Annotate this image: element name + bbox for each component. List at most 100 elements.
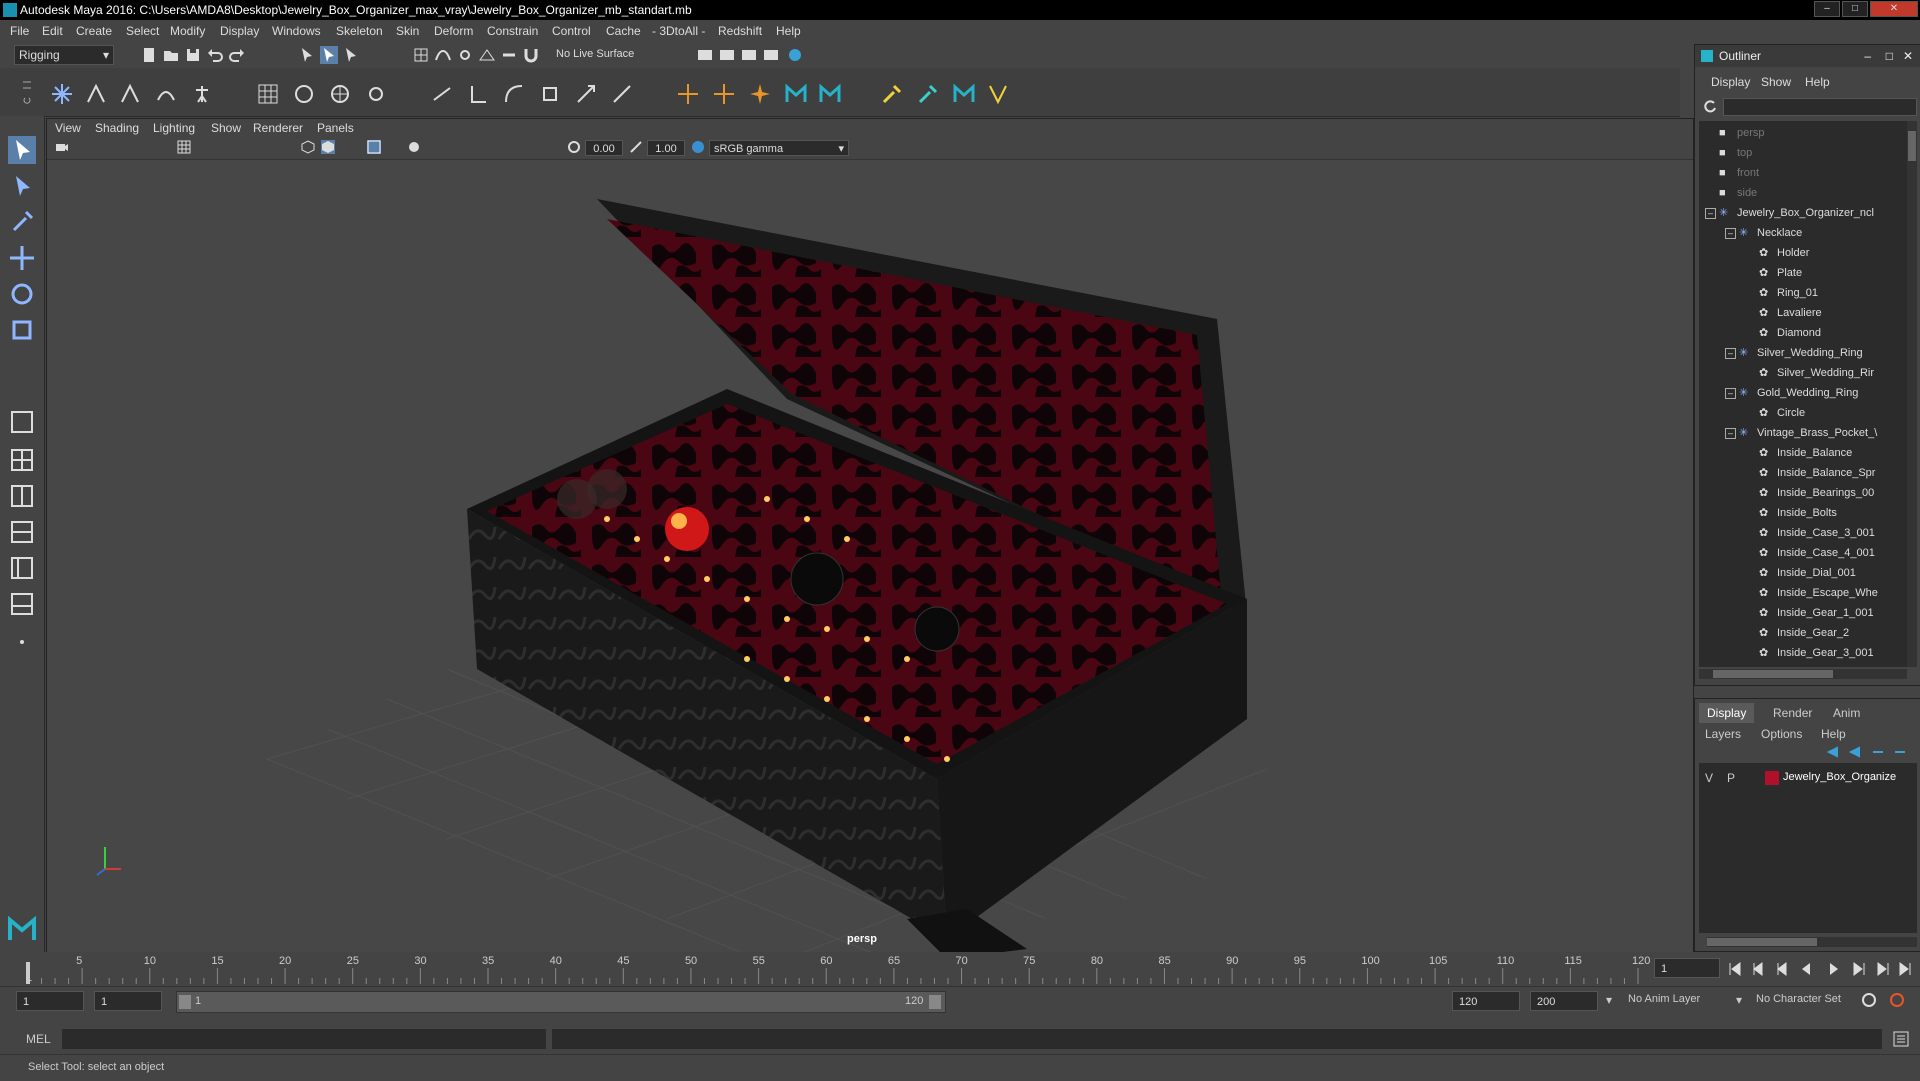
ik-handle-icon[interactable]	[84, 82, 108, 106]
live-surface-label[interactable]: No Live Surface	[556, 48, 634, 60]
grid-toggle-icon[interactable]	[177, 140, 191, 154]
menu-skin[interactable]: Skin	[396, 24, 419, 38]
outliner-item[interactable]: ✿ Silver_Wedding_Rir	[1699, 363, 1907, 383]
outliner-item[interactable]: ■ front	[1699, 163, 1907, 183]
gamma-icon[interactable]	[629, 140, 643, 154]
outliner-item[interactable]: ✿ Inside_Balance	[1699, 443, 1907, 463]
select-object-icon[interactable]	[320, 46, 338, 64]
playback-end-field[interactable]: 120	[1452, 991, 1520, 1011]
viewport-menu-panels[interactable]: Panels	[317, 121, 354, 135]
humanik-icon[interactable]	[190, 82, 214, 106]
script-editor-icon[interactable]	[1892, 1030, 1910, 1048]
layer-row[interactable]: V P Jewelry_Box_Organize	[1699, 769, 1917, 787]
character-set-dropdown[interactable]: No Character Set	[1756, 993, 1841, 1005]
outliner-item[interactable]: ✿ Inside_Case_3_001	[1699, 523, 1907, 543]
outliner-maximize-icon[interactable]: □	[1886, 45, 1893, 67]
snap-grid-icon[interactable]	[412, 46, 430, 64]
parent-constraint-icon[interactable]	[430, 82, 454, 106]
v-tool-icon[interactable]	[986, 82, 1010, 106]
menu-windows[interactable]: Windows	[272, 24, 321, 38]
pole-vector-icon[interactable]	[610, 82, 634, 106]
move-tool-icon[interactable]	[8, 244, 36, 272]
viewport-menu-show[interactable]: Show	[211, 121, 241, 135]
time-slider[interactable]: 5 10 15 20 25 30 35 40 45 50 55 60 65 70 75 80 85 90 95 100…	[0, 952, 1920, 986]
layer-playback-toggle[interactable]: P	[1727, 771, 1735, 785]
outliner-menu-display[interactable]: Display	[1711, 75, 1750, 89]
shelf-menu-icon[interactable]	[20, 74, 34, 110]
anim-start-field[interactable]: 1	[16, 991, 84, 1011]
maya-m-icon[interactable]	[784, 82, 808, 106]
color-management-icon[interactable]	[691, 140, 705, 154]
outliner-scroll-thumb[interactable]	[1908, 131, 1916, 161]
outliner-menu-help[interactable]: Help	[1805, 75, 1830, 89]
scale-tool-icon[interactable]	[8, 316, 36, 344]
refresh-icon[interactable]	[1703, 99, 1717, 113]
outliner-item[interactable]: ✿ Inside_Gear_3_001	[1699, 643, 1907, 663]
outliner-item[interactable]: ✿ Inside_Escape_Whe	[1699, 583, 1907, 603]
playback-controls[interactable]	[1726, 960, 1916, 978]
cluster-icon[interactable]	[292, 82, 316, 106]
point-constraint-icon[interactable]	[466, 82, 490, 106]
outliner-vscrollbar[interactable]	[1907, 121, 1917, 667]
outliner-item[interactable]: ■ persp	[1699, 123, 1907, 143]
maya-m-icon-3[interactable]	[952, 82, 976, 106]
outliner-item[interactable]: ✿ Lavaliere	[1699, 303, 1907, 323]
magnet-icon[interactable]	[522, 46, 540, 64]
new-scene-icon[interactable]	[140, 46, 158, 64]
collapse-icon[interactable]: –	[1725, 428, 1736, 439]
outliner-item[interactable]: – ✳ Necklace	[1699, 223, 1907, 243]
viewport-panel[interactable]: View Shading Lighting Show Renderer Pane…	[46, 118, 1694, 954]
layers-menu-layers[interactable]: Layers	[1705, 727, 1741, 741]
ik-spline-icon[interactable]	[118, 82, 142, 106]
bind-skin-icon[interactable]	[154, 82, 178, 106]
snap-view-plane-icon[interactable]	[478, 46, 496, 64]
viewport-menu-view[interactable]: View	[55, 121, 81, 135]
outliner-hscroll-thumb[interactable]	[1713, 670, 1833, 678]
outliner-item[interactable]: ✿ Inside_Bearings_00	[1699, 483, 1907, 503]
current-frame-field[interactable]: 1	[1654, 958, 1720, 978]
exposure-icon[interactable]	[567, 140, 581, 154]
outliner-minimize-icon[interactable]: –	[1864, 45, 1871, 67]
menu-constrain[interactable]: Constrain	[487, 24, 538, 38]
range-start-handle[interactable]	[179, 995, 191, 1009]
sparkle-icon[interactable]	[748, 82, 772, 106]
auto-key-icon[interactable]	[1860, 991, 1878, 1009]
textured-icon[interactable]	[367, 140, 381, 154]
collapse-icon[interactable]: –	[1705, 208, 1716, 219]
camera-icon[interactable]	[55, 140, 69, 154]
layer-hscrollbar[interactable]	[1707, 937, 1917, 947]
outliner-item[interactable]: ✿ Plate	[1699, 263, 1907, 283]
anim-layer-dropdown[interactable]: No Anim Layer	[1628, 993, 1700, 1005]
orient-constraint-icon[interactable]	[502, 82, 526, 106]
range-end-handle[interactable]	[929, 995, 941, 1009]
tab-display[interactable]: Display	[1699, 703, 1755, 723]
chevron-down-icon[interactable]: ▾	[1606, 993, 1612, 1007]
layers-menu-options[interactable]: Options	[1761, 727, 1802, 741]
render-view-icon[interactable]	[762, 46, 780, 64]
mel-label[interactable]: MEL	[26, 1032, 51, 1046]
chevron-down-icon[interactable]: ▾	[1736, 993, 1742, 1007]
menu-deform[interactable]: Deform	[434, 24, 473, 38]
paint-select-icon[interactable]	[8, 208, 36, 236]
locator-icon[interactable]	[676, 82, 700, 106]
outliner-item[interactable]: ✿ Ring_01	[1699, 283, 1907, 303]
colorspace-dropdown[interactable]: sRGB gamma ▾	[709, 140, 849, 156]
collapse-icon[interactable]: –	[1725, 348, 1736, 359]
outliner-item[interactable]: ✿ Circle	[1699, 403, 1907, 423]
render-frame-icon[interactable]	[718, 46, 736, 64]
viewport-menu-lighting[interactable]: Lighting	[153, 121, 195, 135]
outliner-item[interactable]: ✿ Diamond	[1699, 323, 1907, 343]
menu-create[interactable]: Create	[76, 24, 112, 38]
save-scene-icon[interactable]	[184, 46, 202, 64]
gamma-field[interactable]: 1.00	[647, 140, 685, 156]
menu-control[interactable]: Control	[552, 24, 591, 38]
hypershade-icon[interactable]	[786, 46, 804, 64]
anim-end-field[interactable]: 200	[1530, 991, 1598, 1011]
playback-start-field[interactable]: 1	[94, 991, 162, 1011]
snap-curve-icon[interactable]	[434, 46, 452, 64]
close-button[interactable]: ✕	[1870, 1, 1918, 17]
collapse-icon[interactable]: –	[1725, 388, 1736, 399]
outliner-item[interactable]: – ✳ Gold_Wedding_Ring	[1699, 383, 1907, 403]
mode-selector[interactable]: Rigging ▾	[14, 45, 114, 65]
layer-hscroll-thumb[interactable]	[1707, 938, 1817, 946]
